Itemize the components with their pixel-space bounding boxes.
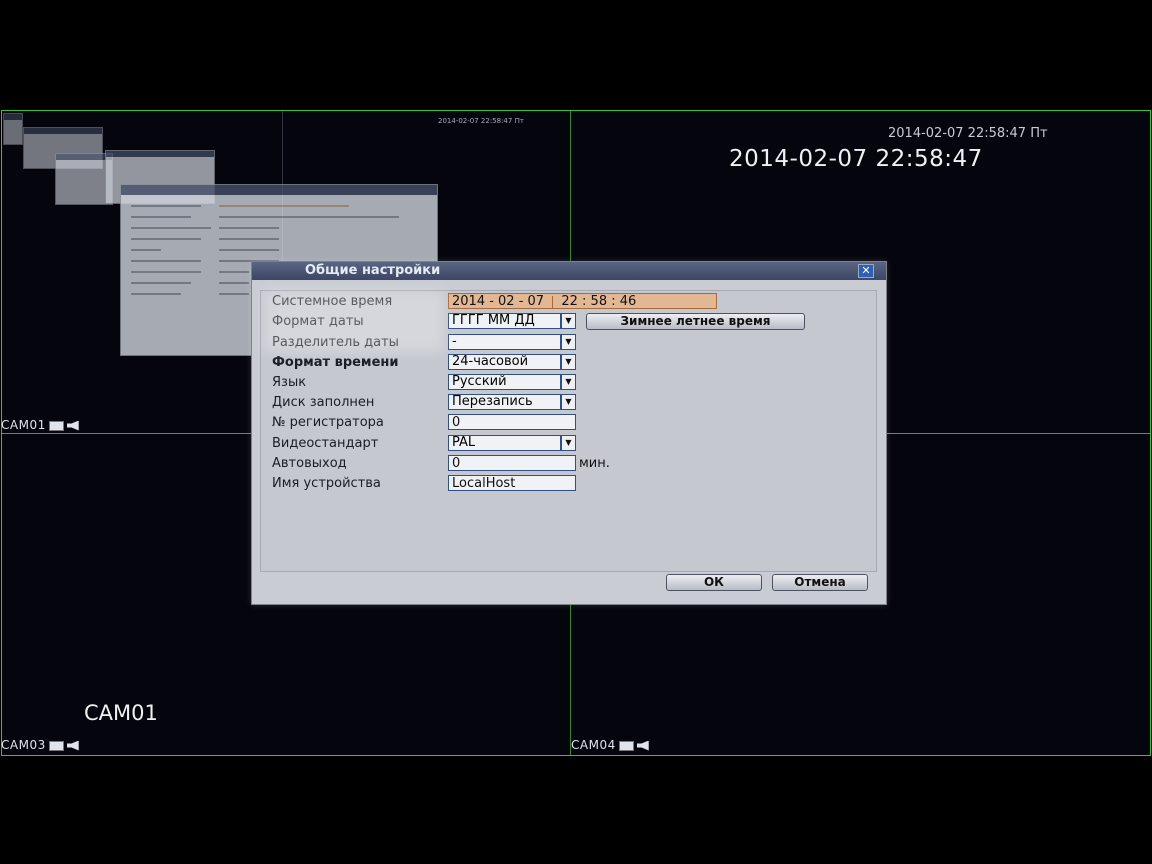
disk-full-label: Диск заполнен [272,395,375,410]
auto-logout-input[interactable]: 0 [448,455,576,471]
record-icon [618,740,634,751]
grid-divider-horizontal-left [2,433,252,434]
ok-button[interactable]: ОК [666,574,762,591]
record-icon [48,740,64,751]
disk-full-value: Перезапись [448,394,561,410]
chevron-down-icon[interactable]: ▼ [561,354,576,370]
camera-label-cam03: CAM03 [1,738,79,752]
system-time-value[interactable]: 22 : 58 : 46 [561,294,636,308]
chevron-down-icon[interactable]: ▼ [561,334,576,350]
system-time-field[interactable]: 2014 - 02 - 07 22 : 58 : 46 [448,293,717,309]
speaker-icon [636,740,649,751]
cancel-button[interactable]: Отмена [772,574,868,591]
chevron-down-icon[interactable]: ▼ [561,374,576,390]
grid-divider-horizontal-right [886,433,1150,434]
auto-logout-label: Автовыход [272,456,347,471]
dst-button[interactable]: Зимнее летнее время [586,313,805,330]
time-format-value: 24-часовой [448,354,561,370]
language-label: Язык [272,375,307,390]
chevron-down-icon[interactable]: ▼ [561,313,576,329]
osd-small-timestamp: 2014-02-07 22:58:47 Пт [888,126,1048,141]
close-icon[interactable]: ✕ [858,264,874,278]
osd-ghost-timestamp: 2014-02-07 22:58:47 Пт [438,117,524,125]
camera-label-text: CAM04 [571,738,616,752]
ghost-menu-1 [3,113,23,145]
date-separator-value: - [448,334,561,350]
video-standard-dropdown[interactable]: PAL ▼ [448,435,576,451]
disk-full-dropdown[interactable]: Перезапись ▼ [448,394,576,410]
system-date-value[interactable]: 2014 - 02 - 07 [452,294,544,308]
date-format-dropdown[interactable]: ГГГГ ММ ДД ▼ [448,313,576,329]
auto-logout-unit: мин. [579,456,610,471]
osd-camera-title: CAM01 [84,701,158,725]
speaker-icon [66,740,79,751]
date-time-divider [552,295,554,308]
dialog-title-bar: Общие настройки ✕ [252,262,886,280]
device-name-input[interactable]: LocalHost [448,475,576,491]
language-dropdown[interactable]: Русский ▼ [448,374,576,390]
camera-label-cam04: CAM04 [571,738,649,752]
dialog-title: Общие настройки [305,263,441,278]
dvr-number-input[interactable]: 0 [448,414,576,430]
dvr-number-label: № регистратора [272,415,384,430]
chevron-down-icon[interactable]: ▼ [561,435,576,451]
language-value: Русский [448,374,561,390]
video-standard-label: Видеостандарт [272,436,379,451]
speaker-icon [66,420,79,431]
camera-label-cam01: CAM01 [1,418,79,432]
glow-artifact [264,290,444,352]
time-format-label: Формат времени [272,355,399,370]
camera-label-text: CAM01 [1,418,46,432]
chevron-down-icon[interactable]: ▼ [561,394,576,410]
camera-label-text: CAM03 [1,738,46,752]
time-format-dropdown[interactable]: 24-часовой ▼ [448,354,576,370]
record-icon [48,420,64,431]
device-name-label: Имя устройства [272,476,381,491]
date-format-value: ГГГГ ММ ДД [448,313,561,329]
osd-big-timestamp: 2014-02-07 22:58:47 [729,146,983,172]
date-separator-dropdown[interactable]: - ▼ [448,334,576,350]
video-standard-value: PAL [448,435,561,451]
